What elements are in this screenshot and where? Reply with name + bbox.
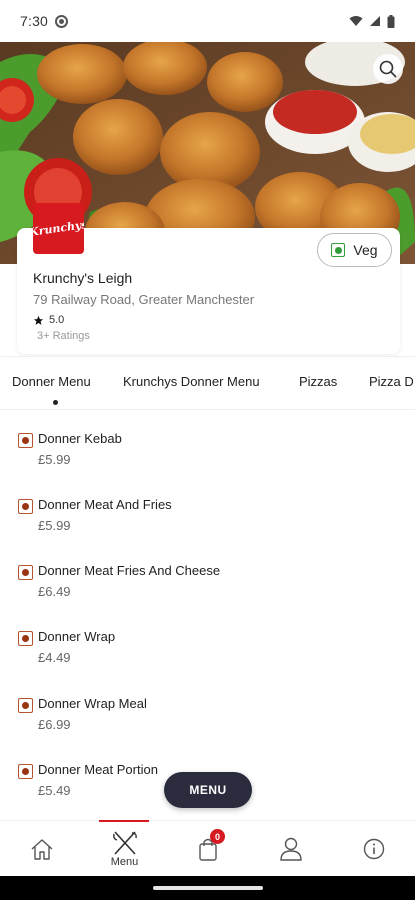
- item-price: £5.49: [38, 783, 71, 798]
- restaurant-logo-text: Krunchys: [33, 217, 84, 240]
- non-veg-icon: [18, 499, 33, 514]
- menu-item[interactable]: Donner Wrap £4.49: [18, 626, 398, 676]
- home-icon: [31, 839, 52, 860]
- tab-pizza-deals[interactable]: Pizza D: [369, 374, 414, 389]
- item-price: £5.99: [38, 452, 71, 467]
- item-price: £4.49: [38, 650, 71, 665]
- veg-filter-toggle[interactable]: Veg: [317, 233, 392, 267]
- rating-value: 5.0: [49, 314, 65, 326]
- cutlery-icon: [112, 830, 137, 855]
- non-veg-icon: [18, 433, 33, 448]
- nav-cart[interactable]: 0: [166, 821, 249, 877]
- item-price: £6.49: [38, 584, 71, 599]
- item-name: Donner Wrap Meal: [38, 696, 147, 711]
- category-tabs: Donner Menu Krunchys Donner Menu Pizzas …: [0, 356, 415, 410]
- status-time: 7:30: [20, 13, 49, 29]
- tab-pizzas[interactable]: Pizzas: [299, 374, 337, 389]
- bottom-navigation: Menu 0: [0, 820, 415, 876]
- menu-item-list: Donner Kebab £5.99 Donner Meat And Fries…: [0, 410, 415, 820]
- menu-item[interactable]: Donner Meat And Fries £5.99: [18, 494, 398, 544]
- item-name: Donner Meat Portion: [38, 762, 158, 777]
- restaurant-info-card: Krunchys Veg Krunchy's Leigh 79 Railway …: [17, 203, 400, 354]
- restaurant-address: 79 Railway Road, Greater Manchester: [33, 292, 255, 307]
- status-bar: 7:30: [0, 0, 415, 42]
- home-gesture-handle[interactable]: [153, 886, 263, 890]
- search-button[interactable]: [373, 54, 403, 84]
- system-gesture-bar: [0, 876, 415, 900]
- ratings-count: 3+ Ratings: [37, 330, 90, 342]
- veg-icon: [331, 243, 346, 257]
- wifi-icon: [349, 16, 363, 26]
- battery-icon: [387, 14, 395, 28]
- user-icon: [279, 837, 302, 861]
- item-name: Donner Kebab: [38, 431, 122, 446]
- non-veg-icon: [18, 631, 33, 646]
- signal-icon: [370, 16, 380, 26]
- item-name: Donner Wrap: [38, 629, 116, 644]
- item-price: £6.99: [38, 717, 71, 732]
- status-icons: [349, 14, 395, 28]
- menu-item[interactable]: Donner Meat Fries And Cheese £6.49: [18, 560, 398, 610]
- nav-menu[interactable]: Menu: [83, 820, 166, 877]
- veg-filter-label: Veg: [353, 242, 378, 258]
- info-icon: [363, 838, 384, 860]
- item-price: £5.99: [38, 518, 71, 533]
- restaurant-name: Krunchy's Leigh: [33, 270, 133, 286]
- item-name: Donner Meat And Fries: [38, 497, 172, 512]
- item-name: Donner Meat Fries And Cheese: [38, 563, 221, 578]
- menu-item[interactable]: Donner Kebab £5.99: [18, 428, 398, 478]
- non-veg-icon: [18, 698, 33, 713]
- nav-profile[interactable]: [249, 821, 332, 877]
- tab-donner-menu[interactable]: Donner Menu: [12, 374, 91, 389]
- nav-home[interactable]: [0, 821, 83, 877]
- menu-item[interactable]: Donner Wrap Meal £6.99: [18, 693, 398, 743]
- non-veg-icon: [18, 565, 33, 580]
- restaurant-rating: 5.0: [33, 314, 64, 326]
- menu-categories-button[interactable]: MENU: [164, 772, 252, 808]
- cart-count-badge: 0: [210, 829, 225, 844]
- active-tab-indicator: [53, 400, 58, 405]
- settings-status-icon: [55, 14, 69, 28]
- search-icon: [379, 60, 397, 78]
- nav-menu-label: Menu: [110, 855, 139, 868]
- nav-info[interactable]: [332, 821, 415, 877]
- star-icon: [33, 315, 44, 325]
- restaurant-logo: Krunchys: [33, 203, 84, 254]
- non-veg-icon: [18, 764, 33, 779]
- tab-krunchys-donner-menu[interactable]: Krunchys Donner Menu: [123, 374, 260, 389]
